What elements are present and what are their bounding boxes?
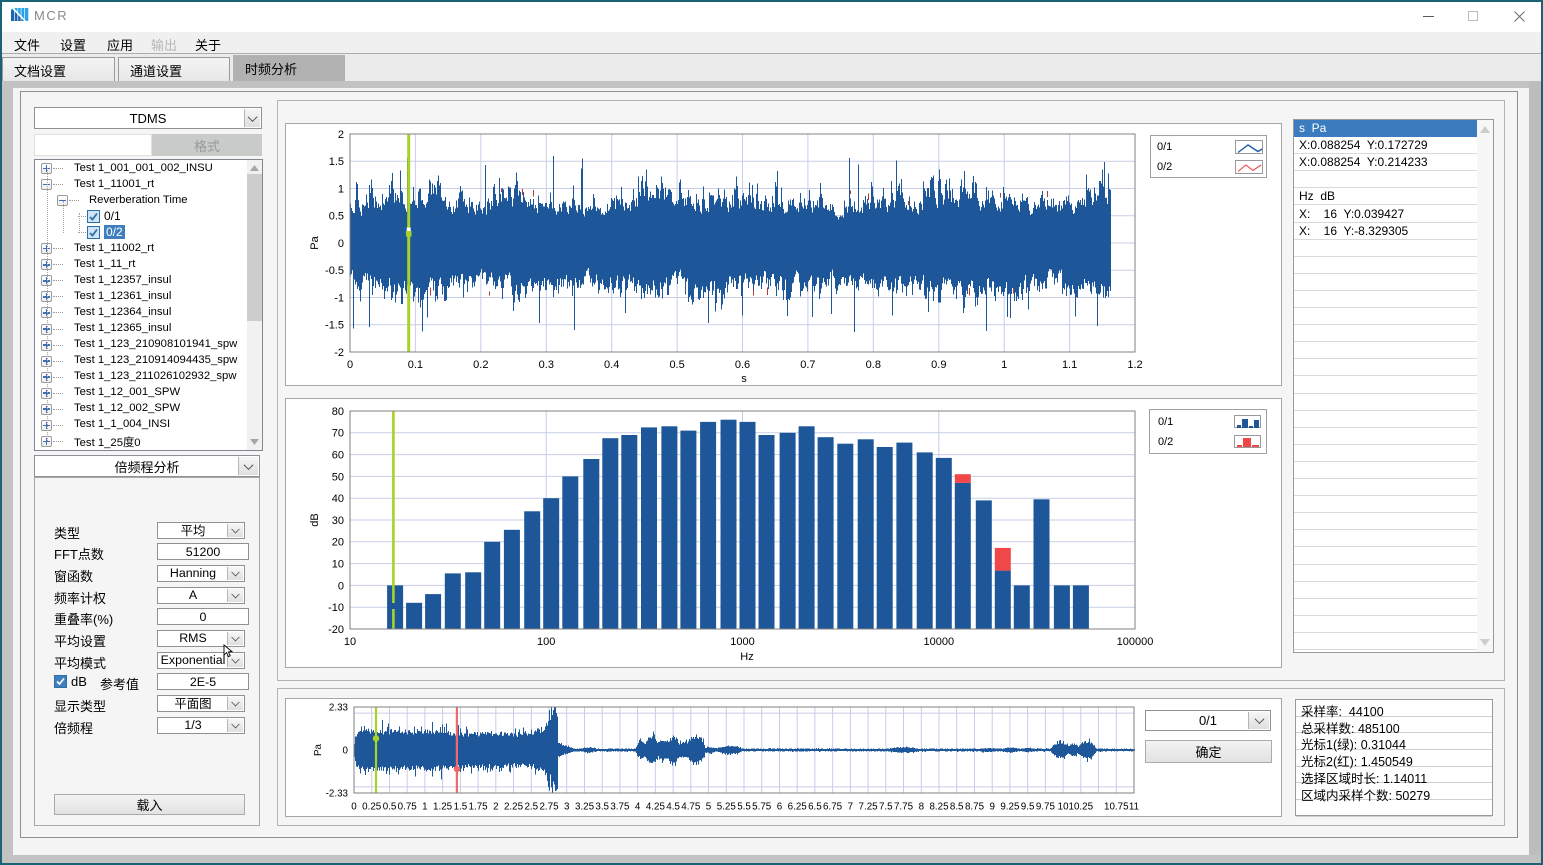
svg-text:8: 8 xyxy=(919,802,925,813)
svg-text:1.1: 1.1 xyxy=(1062,359,1077,371)
svg-text:3.75: 3.75 xyxy=(610,802,630,813)
svg-text:4.5: 4.5 xyxy=(666,802,680,813)
svg-text:1.5: 1.5 xyxy=(454,802,468,813)
svg-text:0.75: 0.75 xyxy=(398,802,418,813)
svg-text:9.5: 9.5 xyxy=(1021,802,1035,813)
svg-text:10: 10 xyxy=(1058,802,1069,813)
svg-text:9.75: 9.75 xyxy=(1036,802,1056,813)
svg-text:5.5: 5.5 xyxy=(737,802,751,813)
svg-text:8.75: 8.75 xyxy=(965,802,985,813)
svg-text:dB: dB xyxy=(309,513,321,526)
svg-text:0.2: 0.2 xyxy=(473,359,488,371)
svg-text:7.25: 7.25 xyxy=(859,802,879,813)
svg-text:Pa: Pa xyxy=(313,743,324,756)
svg-text:6: 6 xyxy=(777,802,783,813)
svg-text:2.33: 2.33 xyxy=(329,703,349,714)
svg-text:11: 11 xyxy=(1129,802,1139,813)
svg-text:1.25: 1.25 xyxy=(433,802,453,813)
svg-text:1: 1 xyxy=(422,802,427,813)
svg-text:0: 0 xyxy=(347,359,353,371)
svg-text:1.75: 1.75 xyxy=(469,802,489,813)
svg-text:1: 1 xyxy=(1001,359,1007,371)
svg-text:20: 20 xyxy=(332,537,344,549)
svg-text:100: 100 xyxy=(537,636,555,648)
svg-text:10: 10 xyxy=(332,559,344,571)
svg-text:6.25: 6.25 xyxy=(788,802,808,813)
svg-text:0.6: 0.6 xyxy=(735,359,750,371)
svg-text:10: 10 xyxy=(344,636,356,648)
svg-text:5.75: 5.75 xyxy=(752,802,772,813)
svg-text:0: 0 xyxy=(343,746,349,757)
svg-text:0.9: 0.9 xyxy=(931,359,946,371)
svg-text:1.2: 1.2 xyxy=(1127,359,1142,371)
svg-text:70: 70 xyxy=(332,428,344,440)
svg-text:100000: 100000 xyxy=(1117,636,1154,648)
svg-text:0.5: 0.5 xyxy=(669,359,684,371)
svg-text:-0.5: -0.5 xyxy=(325,265,344,277)
svg-text:60: 60 xyxy=(332,450,344,462)
svg-text:9: 9 xyxy=(989,802,994,813)
svg-text:4.25: 4.25 xyxy=(646,802,666,813)
svg-text:-20: -20 xyxy=(328,624,344,636)
svg-text:Hz: Hz xyxy=(740,651,753,663)
svg-text:7.75: 7.75 xyxy=(894,802,914,813)
svg-text:0.7: 0.7 xyxy=(800,359,815,371)
svg-text:6.5: 6.5 xyxy=(808,802,822,813)
svg-text:0: 0 xyxy=(351,802,357,813)
svg-text:2: 2 xyxy=(493,802,498,813)
svg-text:6.75: 6.75 xyxy=(823,802,843,813)
svg-text:0.3: 0.3 xyxy=(539,359,554,371)
svg-text:10.75: 10.75 xyxy=(1104,802,1129,813)
svg-text:3.5: 3.5 xyxy=(595,802,609,813)
svg-text:50: 50 xyxy=(332,471,344,483)
svg-text:4: 4 xyxy=(635,802,641,813)
svg-text:7.5: 7.5 xyxy=(879,802,893,813)
svg-text:30: 30 xyxy=(332,515,344,527)
svg-text:1.5: 1.5 xyxy=(329,156,344,168)
svg-text:s: s xyxy=(741,373,747,385)
svg-text:-2: -2 xyxy=(334,347,344,359)
svg-text:0: 0 xyxy=(338,580,344,592)
svg-text:2.75: 2.75 xyxy=(539,802,559,813)
svg-text:-10: -10 xyxy=(328,602,344,614)
svg-text:0.8: 0.8 xyxy=(866,359,881,371)
svg-text:9.25: 9.25 xyxy=(1000,802,1020,813)
svg-text:10.25: 10.25 xyxy=(1069,802,1094,813)
svg-text:-1.5: -1.5 xyxy=(325,320,344,332)
svg-text:8.25: 8.25 xyxy=(929,802,949,813)
svg-text:8.5: 8.5 xyxy=(950,802,964,813)
svg-text:3.25: 3.25 xyxy=(575,802,595,813)
svg-text:7: 7 xyxy=(848,802,853,813)
svg-text:-1: -1 xyxy=(334,292,344,304)
svg-text:0.1: 0.1 xyxy=(408,359,423,371)
svg-text:1: 1 xyxy=(338,183,344,195)
svg-text:Pa: Pa xyxy=(309,235,321,249)
svg-text:0.25: 0.25 xyxy=(362,802,382,813)
svg-text:0.5: 0.5 xyxy=(329,211,344,223)
svg-text:10000: 10000 xyxy=(924,636,955,648)
svg-text:40: 40 xyxy=(332,493,344,505)
svg-text:0: 0 xyxy=(338,238,344,250)
svg-text:1000: 1000 xyxy=(730,636,754,648)
svg-text:5.25: 5.25 xyxy=(717,802,737,813)
svg-text:2.5: 2.5 xyxy=(524,802,538,813)
svg-text:0.4: 0.4 xyxy=(604,359,619,371)
svg-text:80: 80 xyxy=(332,406,344,418)
svg-text:0.5: 0.5 xyxy=(383,802,397,813)
svg-text:5: 5 xyxy=(706,802,712,813)
svg-text:3: 3 xyxy=(564,802,570,813)
svg-text:-2.33: -2.33 xyxy=(326,789,349,800)
svg-text:2: 2 xyxy=(338,129,344,141)
svg-text:2.25: 2.25 xyxy=(504,802,524,813)
svg-text:4.75: 4.75 xyxy=(681,802,701,813)
